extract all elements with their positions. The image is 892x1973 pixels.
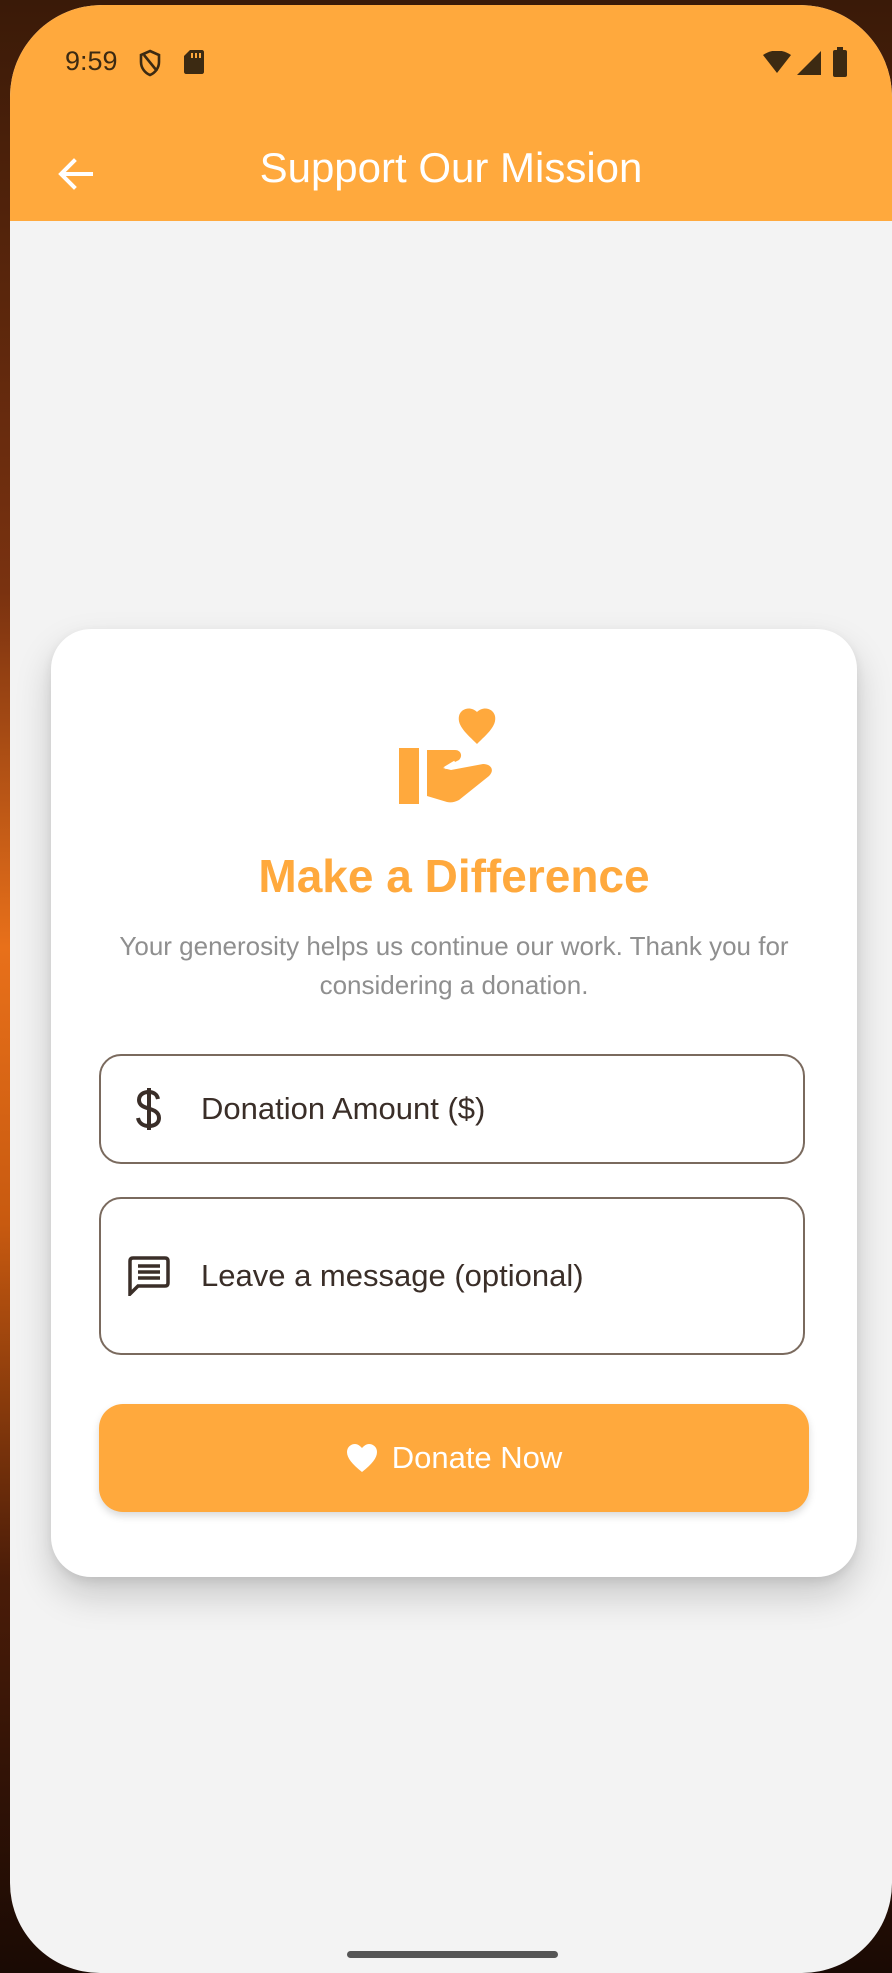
donate-button-label: Donate Now xyxy=(391,1440,563,1475)
phone-screen: 9:59 Support Our Mission Make a Differen… xyxy=(10,5,892,1973)
wifi-icon xyxy=(763,51,791,73)
home-indicator[interactable] xyxy=(347,1951,558,1958)
cellular-signal-icon xyxy=(797,51,821,75)
donation-card: Make a Difference Your generosity helps … xyxy=(51,629,857,1577)
donation-amount-field[interactable] xyxy=(99,1054,805,1164)
card-subtext: Your generosity helps us continue our wo… xyxy=(119,931,789,1000)
shield-icon xyxy=(139,49,161,77)
donation-amount-input[interactable] xyxy=(201,1091,783,1127)
message-input[interactable] xyxy=(201,1258,783,1294)
message-field[interactable] xyxy=(99,1197,805,1355)
dollar-icon xyxy=(123,1083,175,1135)
card-heading: Make a Difference xyxy=(258,850,650,902)
app-bar: 9:59 Support Our Mission xyxy=(10,5,892,221)
message-icon xyxy=(123,1250,175,1302)
page-title: Support Our Mission xyxy=(259,144,643,191)
volunteer-hand-heart-icon xyxy=(399,708,496,804)
status-time: 9:59 xyxy=(65,46,118,76)
battery-icon xyxy=(833,47,847,77)
sd-card-icon xyxy=(184,50,204,74)
donate-now-button[interactable]: Donate Now xyxy=(99,1404,809,1512)
heart-icon xyxy=(346,1444,377,1472)
